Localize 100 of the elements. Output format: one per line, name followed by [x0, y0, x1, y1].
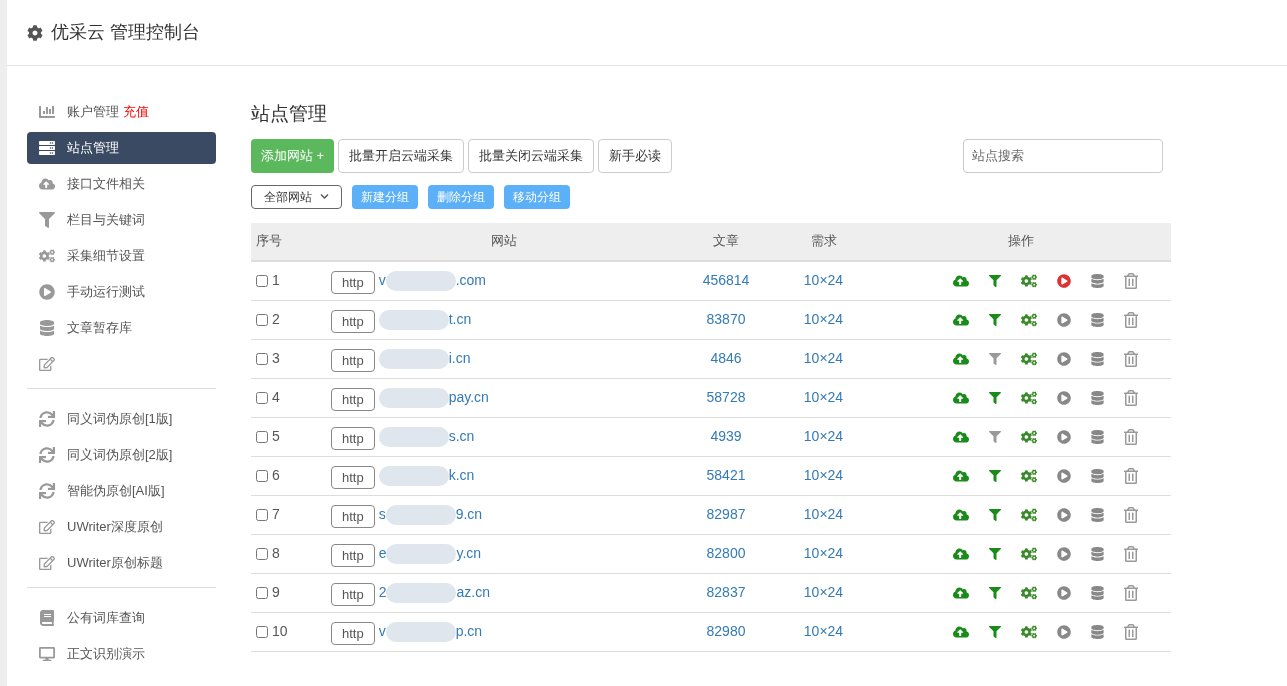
- row-checkbox[interactable]: [256, 430, 268, 443]
- database-icon[interactable]: [1091, 624, 1104, 639]
- filter-icon[interactable]: [989, 313, 1001, 326]
- sidebar-item[interactable]: 同义词伪原创[2版]: [27, 439, 216, 471]
- delete-icon[interactable]: [1124, 584, 1138, 601]
- row-checkbox[interactable]: [256, 469, 268, 482]
- scheme-button[interactable]: http: [331, 621, 375, 646]
- filter-icon[interactable]: [989, 547, 1001, 560]
- play-icon[interactable]: [1057, 507, 1071, 522]
- scheme-button[interactable]: http: [331, 582, 375, 607]
- delete-icon[interactable]: [1124, 272, 1138, 289]
- site-search-field[interactable]: 站点搜索: [963, 138, 1163, 173]
- sidebar-item[interactable]: UWriter原创标题: [27, 547, 216, 579]
- row-checkbox[interactable]: [256, 391, 268, 404]
- toolbar-button[interactable]: 批量关闭云端采集: [468, 138, 595, 173]
- cloud-upload-icon[interactable]: [953, 272, 969, 289]
- sidebar-item[interactable]: 智能伪原创[AI版]: [27, 475, 216, 507]
- cloud-upload-icon[interactable]: [953, 467, 969, 484]
- play-icon[interactable]: [1057, 624, 1071, 639]
- cloud-upload-icon[interactable]: [953, 350, 969, 367]
- database-icon[interactable]: [1091, 351, 1104, 366]
- delete-icon[interactable]: [1124, 467, 1138, 484]
- play-icon[interactable]: [1057, 273, 1071, 288]
- scheme-button[interactable]: http: [331, 270, 375, 295]
- gears-icon[interactable]: [1021, 311, 1037, 328]
- delete-icon[interactable]: [1124, 428, 1138, 445]
- cloud-upload-icon[interactable]: [953, 584, 969, 601]
- sidebar-item[interactable]: 文章暂存库: [27, 312, 216, 344]
- play-icon[interactable]: [1057, 429, 1071, 444]
- row-checkbox[interactable]: [256, 274, 268, 287]
- filter-icon[interactable]: [989, 391, 1001, 404]
- gears-icon[interactable]: [1021, 428, 1037, 445]
- play-icon[interactable]: [1057, 468, 1071, 483]
- cloud-upload-icon[interactable]: [953, 311, 969, 328]
- cloud-upload-icon[interactable]: [953, 545, 969, 562]
- delete-icon[interactable]: [1124, 389, 1138, 406]
- delete-icon[interactable]: [1124, 623, 1138, 640]
- sidebar-item[interactable]: 正文识别演示: [27, 638, 216, 670]
- sidebar-item[interactable]: 栏目与关键词: [27, 204, 216, 236]
- gears-icon[interactable]: [1021, 623, 1037, 640]
- scheme-button[interactable]: http: [331, 309, 375, 334]
- database-icon[interactable]: [1091, 312, 1104, 327]
- scheme-button[interactable]: http: [331, 387, 375, 412]
- scheme-button[interactable]: http: [331, 543, 375, 568]
- play-icon[interactable]: [1057, 585, 1071, 600]
- filter-icon[interactable]: [989, 469, 1001, 482]
- delete-icon[interactable]: [1124, 350, 1138, 367]
- scheme-button[interactable]: http: [331, 504, 375, 529]
- play-icon[interactable]: [1057, 351, 1071, 366]
- scheme-button[interactable]: http: [331, 426, 375, 451]
- row-checkbox[interactable]: [256, 625, 268, 638]
- sidebar-item[interactable]: 接口文件相关: [27, 168, 216, 200]
- database-icon[interactable]: [1091, 546, 1104, 561]
- recharge-link[interactable]: 充值: [123, 102, 149, 122]
- play-icon[interactable]: [1057, 546, 1071, 561]
- delete-icon[interactable]: [1124, 506, 1138, 523]
- scheme-button[interactable]: http: [331, 465, 375, 490]
- play-icon[interactable]: [1057, 312, 1071, 327]
- scheme-button[interactable]: http: [331, 348, 375, 373]
- cloud-upload-icon[interactable]: [953, 506, 969, 523]
- sidebar-item[interactable]: 手动运行测试: [27, 276, 216, 308]
- row-checkbox[interactable]: [256, 313, 268, 326]
- row-checkbox[interactable]: [256, 586, 268, 599]
- database-icon[interactable]: [1091, 585, 1104, 600]
- play-icon[interactable]: [1057, 390, 1071, 405]
- filter-icon[interactable]: [989, 274, 1001, 287]
- gears-icon[interactable]: [1021, 272, 1037, 289]
- gears-icon[interactable]: [1021, 350, 1037, 367]
- cloud-upload-icon[interactable]: [953, 389, 969, 406]
- row-checkbox[interactable]: [256, 508, 268, 521]
- sidebar-item[interactable]: 账户管理 充值: [27, 96, 216, 128]
- database-icon[interactable]: [1091, 429, 1104, 444]
- delete-icon[interactable]: [1124, 311, 1138, 328]
- gears-icon[interactable]: [1021, 584, 1037, 601]
- gears-icon[interactable]: [1021, 467, 1037, 484]
- row-checkbox[interactable]: [256, 547, 268, 560]
- filter-icon[interactable]: [989, 352, 1001, 365]
- filter-icon[interactable]: [989, 625, 1001, 638]
- sidebar-item[interactable]: 同义词伪原创[1版]: [27, 403, 216, 435]
- sidebar-item[interactable]: 站点管理: [27, 132, 216, 164]
- sidebar-item[interactable]: 公有词库查询: [27, 602, 216, 634]
- toolbar-button[interactable]: 新手必读: [598, 138, 673, 173]
- delete-icon[interactable]: [1124, 545, 1138, 562]
- database-icon[interactable]: [1091, 468, 1104, 483]
- toolbar-button[interactable]: 批量开启云端采集: [338, 138, 465, 173]
- database-icon[interactable]: [1091, 273, 1104, 288]
- group-select[interactable]: 全部网站: [251, 184, 342, 209]
- filter-icon[interactable]: [989, 586, 1001, 599]
- row-checkbox[interactable]: [256, 352, 268, 365]
- sidebar-item[interactable]: UWriter深度原创: [27, 511, 216, 543]
- gears-icon[interactable]: [1021, 389, 1037, 406]
- database-icon[interactable]: [1091, 390, 1104, 405]
- gears-icon[interactable]: [1021, 545, 1037, 562]
- sidebar-item[interactable]: 采集细节设置: [27, 240, 216, 272]
- filter-icon[interactable]: [989, 430, 1001, 443]
- cloud-upload-icon[interactable]: [953, 428, 969, 445]
- gears-icon[interactable]: [1021, 506, 1037, 523]
- filter-icon[interactable]: [989, 508, 1001, 521]
- cloud-upload-icon[interactable]: [953, 623, 969, 640]
- database-icon[interactable]: [1091, 507, 1104, 522]
